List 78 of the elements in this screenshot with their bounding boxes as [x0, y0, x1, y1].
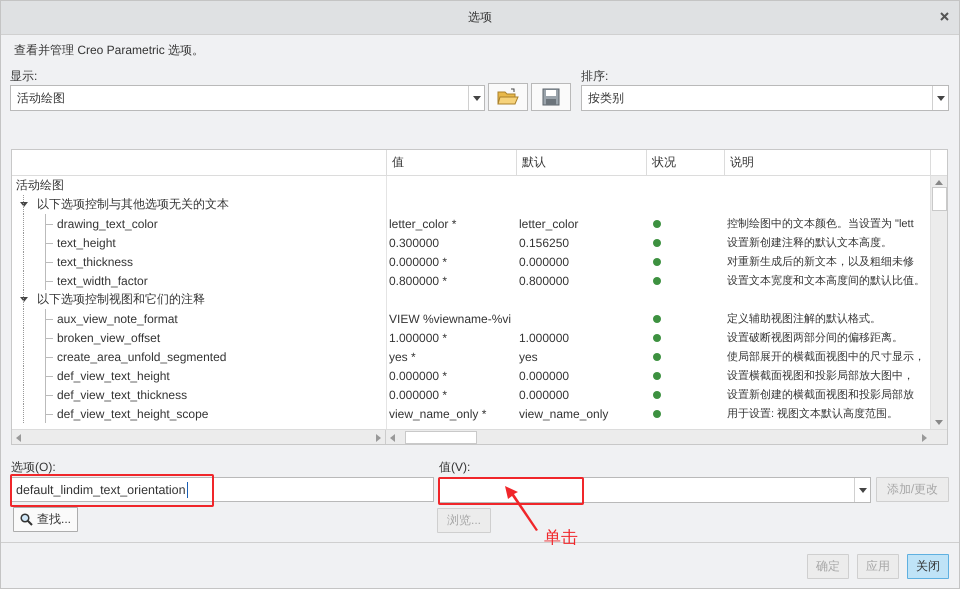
close-icon[interactable] [940, 12, 949, 21]
dropdown-arrow-icon [472, 96, 480, 100]
option-description: 设置新创建的横截面视图和投影局部放 [727, 388, 914, 402]
collapse-triangle-icon[interactable] [20, 296, 28, 302]
option-description: 控制绘图中的文本颜色。当设置为 "lett [727, 216, 914, 231]
option-value: 0.300000 [389, 236, 440, 250]
option-description: 设置破断视图两部分间的偏移距离。 [727, 330, 903, 345]
option-value: 0.000000 * [389, 254, 448, 268]
option-value: 0.000000 * [389, 388, 448, 402]
scroll-up-arrow-icon[interactable] [935, 180, 943, 185]
annotation-text: 单击 [544, 527, 578, 549]
option-default: 0.000000 [519, 254, 570, 268]
option-description: 定义辅助视图注解的默认格式。 [727, 312, 881, 326]
option-value: view_name_only * [389, 406, 486, 420]
option-description: 设置文本宽度和文本高度间的默认比值。 [727, 274, 925, 288]
search-icon [20, 513, 33, 526]
option-name[interactable]: text_height [57, 236, 116, 250]
option-input-field[interactable]: default_lindim_text_orientation [11, 477, 434, 502]
option-description: 使局部展开的横截面视图中的尺寸显示， [727, 350, 925, 364]
collapse-triangle-icon[interactable] [20, 202, 28, 208]
option-default: view_name_only [519, 406, 608, 420]
display-label: 显示: [10, 69, 38, 83]
option-default: 0.156250 [519, 236, 570, 250]
option-description: 用于设置: 视图文本默认高度范围。 [727, 406, 898, 421]
option-default: 0.000000 [519, 388, 570, 402]
option-name[interactable]: broken_view_offset [57, 330, 160, 344]
dialog-button[interactable]: 关闭 [907, 554, 949, 579]
option-default: 0.000000 [519, 368, 570, 382]
sort-label: 排序: [581, 69, 608, 83]
scroll-left-arrow-icon[interactable] [390, 434, 395, 442]
scrollbar-thumb[interactable] [405, 431, 477, 444]
option-value: VIEW %viewname-%vi [389, 312, 512, 326]
option-value: 0.000000 * [389, 368, 448, 382]
vertical-scrollbar[interactable] [930, 176, 947, 429]
option-name[interactable]: aux_view_note_format [57, 312, 178, 326]
option-description: 设置新创建注释的默认文本高度。 [727, 236, 892, 250]
option-default: 0.800000 [519, 274, 570, 288]
option-name[interactable]: text_width_factor [57, 274, 148, 288]
option-name[interactable]: create_area_unfold_segmented [57, 350, 226, 364]
option-description: 对重新生成后的新文本，以及粗细未修 [727, 254, 914, 269]
option-label: 选项(O): [11, 460, 56, 474]
find-button[interactable]: 查找... [13, 507, 78, 532]
column-header[interactable]: 说明 [730, 154, 754, 171]
option-value: letter_color * [389, 216, 456, 230]
value-dropdown[interactable] [439, 477, 871, 503]
scroll-right-arrow-icon[interactable] [922, 434, 927, 442]
column-header[interactable]: 状况 [652, 154, 676, 171]
dropdown-arrow-icon [936, 96, 944, 100]
column-header[interactable]: 值 [392, 154, 404, 171]
option-name[interactable]: drawing_text_color [57, 216, 158, 230]
tree-group-label[interactable]: 活动绘图 [16, 177, 64, 194]
option-name[interactable]: def_view_text_height [57, 368, 170, 382]
value-label: 值(V): [439, 460, 470, 474]
sort-dropdown[interactable]: 按类别 [581, 85, 949, 111]
option-value: yes * [389, 350, 416, 364]
option-description: 设置横截面视图和投影局部放大图中， [727, 368, 914, 383]
dropdown-arrow-icon [858, 488, 866, 492]
column-header[interactable]: 默认 [522, 154, 546, 171]
display-dropdown[interactable]: 活动绘图 [10, 85, 485, 111]
open-file-button[interactable] [488, 83, 528, 111]
option-value: 0.800000 * [389, 274, 448, 288]
option-name[interactable]: def_view_text_thickness [57, 388, 188, 402]
scroll-left-arrow-icon[interactable] [16, 434, 21, 442]
tree-group-label[interactable]: 以下选项控制视图和它们的注释 [37, 291, 205, 308]
option-name[interactable]: def_view_text_height_scope [57, 406, 208, 420]
window-title: 选项 [468, 9, 492, 26]
option-default: letter_color [519, 216, 578, 230]
intro-text: 查看并管理 Creo Parametric 选项。 [14, 43, 204, 57]
scrollbar-thumb[interactable] [932, 187, 946, 211]
scroll-right-arrow-icon[interactable] [376, 434, 381, 442]
option-name[interactable]: text_thickness [57, 254, 134, 268]
scroll-down-arrow-icon[interactable] [935, 420, 943, 425]
option-default: 1.000000 [519, 330, 570, 344]
tree-group-label[interactable]: 以下选项控制与其他选项无关的文本 [37, 196, 229, 213]
folder-icon [497, 88, 519, 106]
save-button[interactable] [531, 83, 571, 111]
option-value: 1.000000 * [389, 330, 448, 344]
option-default: yes [519, 350, 538, 364]
